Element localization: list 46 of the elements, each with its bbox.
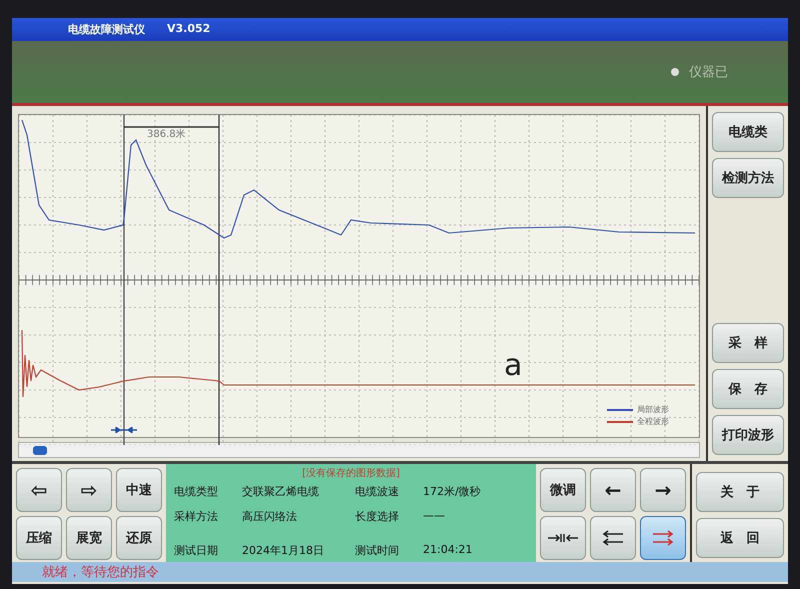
control-button[interactable]: ⇨: [66, 468, 112, 512]
converge-arrows-icon: [548, 533, 578, 543]
field-value: ——: [423, 508, 445, 524]
legend-label: 全程波形: [637, 416, 669, 427]
field-value: 172米/微秒: [423, 484, 481, 499]
notice-text: [没有保存的图形数据]: [301, 467, 401, 480]
connection-icon: [671, 68, 679, 76]
cursor-move-button[interactable]: [590, 516, 636, 560]
double-left-arrow-icon: [602, 530, 624, 546]
double-right-arrow-icon: [652, 530, 674, 546]
legend-label: 局部波形: [637, 404, 669, 415]
menu-button[interactable]: 返 回: [696, 518, 784, 558]
cursor-marker-icon: [110, 426, 138, 434]
control-button[interactable]: ←: [590, 468, 636, 512]
connection-status: 仪器已: [689, 64, 728, 81]
menu-button[interactable]: 电缆类: [712, 112, 784, 152]
version-label: V3.052: [167, 22, 210, 37]
status-message: 就绪，等待您的指令: [12, 562, 788, 582]
field-label: 测试日期: [174, 543, 219, 558]
control-button[interactable]: →: [640, 468, 686, 512]
field-label: 测试时间: [355, 543, 400, 558]
field-label: 电缆类型: [174, 484, 219, 499]
window-title: 电缆故障测试仪: [68, 22, 145, 37]
control-button[interactable]: 微调: [540, 468, 586, 512]
field-value: 高压闪络法: [242, 508, 297, 524]
control-button[interactable]: ⇦: [16, 468, 62, 512]
horizontal-scrollbar[interactable]: [18, 442, 700, 458]
menu-button[interactable]: 检测方法: [712, 158, 784, 198]
control-button[interactable]: 还原: [116, 516, 162, 560]
field-value: 21:04:21: [423, 543, 472, 558]
distance-reading: 386.8米: [147, 128, 186, 141]
annotation-label: a: [504, 351, 522, 381]
control-button[interactable]: 中速: [116, 468, 162, 512]
control-button[interactable]: 压缩: [16, 516, 62, 560]
field-label: 采样方法: [174, 508, 219, 524]
scrollbar-thumb[interactable]: [33, 446, 47, 454]
cursor-move-button[interactable]: [540, 516, 586, 560]
menu-button[interactable]: 关 于: [696, 472, 784, 512]
field-label: 长度选择: [355, 508, 400, 524]
action-button[interactable]: 保 存: [712, 369, 784, 409]
field-value: 交联聚乙烯电缆: [242, 484, 319, 499]
action-button[interactable]: 采 样: [712, 323, 784, 363]
field-value: 2024年1月18日: [242, 543, 324, 558]
control-button[interactable]: 展宽: [66, 516, 112, 560]
action-button[interactable]: 打印波形: [712, 415, 784, 455]
field-label: 电缆波速: [355, 484, 400, 499]
